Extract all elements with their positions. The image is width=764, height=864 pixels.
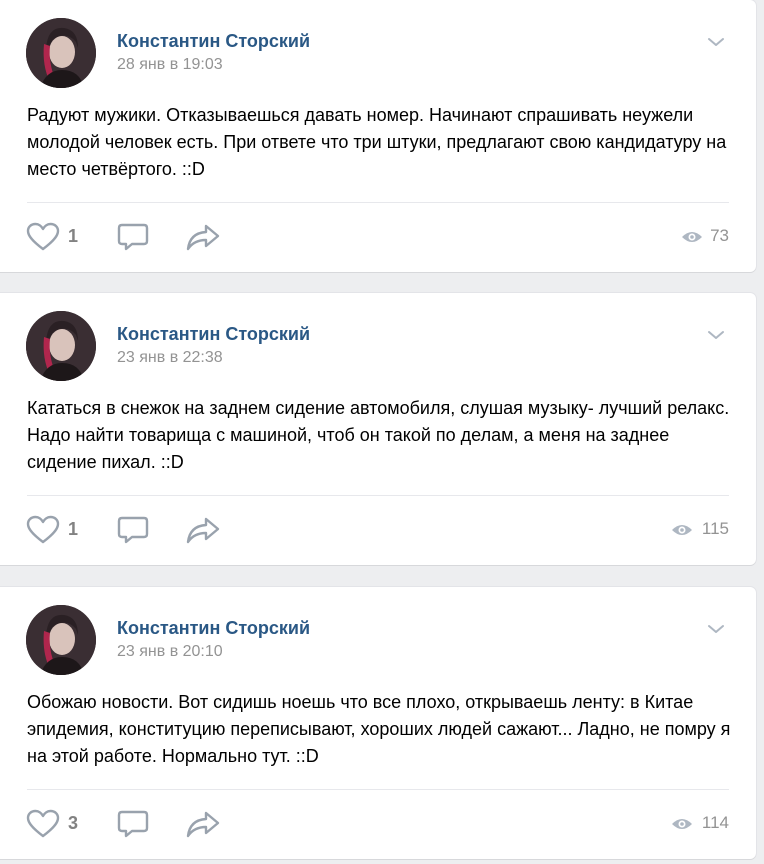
views-counter: 73 (681, 226, 729, 248)
chevron-down-icon (708, 38, 724, 46)
avatar[interactable] (26, 311, 96, 381)
heart-outline-icon (26, 222, 60, 251)
like-count: 3 (68, 813, 79, 833)
post-menu-button[interactable] (702, 325, 730, 345)
like-button[interactable]: 3 (26, 809, 96, 839)
avatar-image (26, 18, 96, 88)
views-counter: 115 (671, 519, 729, 541)
speech-bubble-icon (117, 223, 149, 251)
like-count: 1 (68, 519, 79, 539)
divider (27, 495, 729, 496)
post-menu-button[interactable] (702, 619, 730, 639)
post-author[interactable]: Константин Сторский (117, 324, 310, 345)
share-button[interactable] (185, 809, 221, 839)
speech-bubble-icon (117, 516, 149, 544)
post-author[interactable]: Константин Сторский (117, 31, 310, 52)
post-text: Кататься в снежок на заднем сидение авто… (27, 398, 730, 472)
post-text: Радуют мужики. Отказываешься давать номе… (27, 105, 727, 179)
comment-button[interactable] (117, 222, 149, 252)
eye-icon (672, 525, 692, 535)
post-author[interactable]: Константин Сторский (117, 618, 310, 639)
post-menu-button[interactable] (702, 32, 730, 52)
avatar-image (26, 311, 96, 381)
comment-button[interactable] (117, 515, 149, 545)
post-card: Константин Сторский 28 янв в 19:03 Радую… (0, 0, 756, 272)
post-card: Константин Сторский 23 янв в 20:10 Обожа… (0, 587, 756, 859)
views-count: 73 (710, 226, 729, 245)
views-count: 115 (701, 519, 729, 538)
news-feed: Константин Сторский 28 янв в 19:03 Радую… (0, 0, 764, 864)
comment-button[interactable] (117, 809, 149, 839)
share-button[interactable] (185, 515, 221, 545)
avatar-image (26, 605, 96, 675)
post-date[interactable]: 23 янв в 22:38 (117, 349, 223, 367)
post-text: Обожаю новости. Вот сидишь ноешь что все… (27, 692, 731, 766)
chevron-down-icon (708, 331, 724, 339)
post-date[interactable]: 23 янв в 20:10 (117, 643, 223, 661)
chevron-down-icon (708, 625, 724, 633)
divider (27, 789, 729, 790)
post-card: Константин Сторский 23 янв в 22:38 Катат… (0, 293, 756, 565)
speech-bubble-icon (117, 810, 149, 838)
share-button[interactable] (185, 222, 221, 252)
like-count: 1 (68, 226, 79, 246)
like-button[interactable]: 1 (26, 222, 96, 252)
avatar[interactable] (26, 605, 96, 675)
views-counter: 114 (671, 813, 729, 835)
share-arrow-icon (186, 811, 220, 838)
divider (27, 202, 729, 203)
share-arrow-icon (186, 224, 220, 251)
avatar[interactable] (26, 18, 96, 88)
share-arrow-icon (186, 517, 220, 544)
eye-icon (672, 819, 692, 829)
views-count: 114 (701, 813, 729, 832)
post-date[interactable]: 28 янв в 19:03 (117, 56, 223, 74)
like-button[interactable]: 1 (26, 515, 96, 545)
eye-icon (682, 232, 702, 242)
heart-outline-icon (26, 809, 60, 838)
heart-outline-icon (26, 515, 60, 544)
